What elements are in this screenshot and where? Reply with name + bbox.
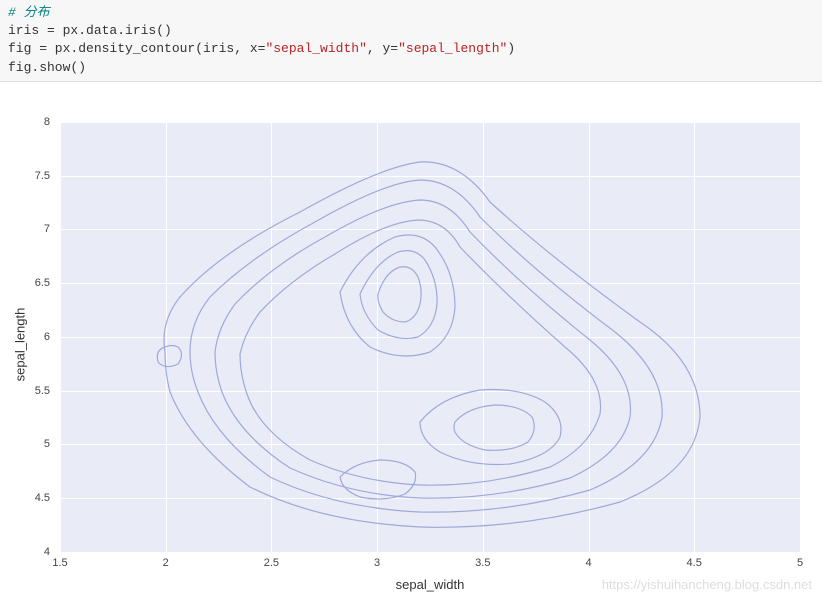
code-line: fig = px.density_contour(iris, x="sepal_… bbox=[8, 41, 515, 56]
y-tick: 4 bbox=[44, 546, 50, 558]
y-tick: 5 bbox=[44, 438, 50, 450]
x-tick: 4.5 bbox=[687, 557, 702, 569]
y-tick: 4.5 bbox=[35, 492, 50, 504]
x-tick: 5 bbox=[797, 557, 803, 569]
x-axis-label: sepal_width bbox=[396, 577, 465, 592]
y-axis-label: sepal_length bbox=[13, 307, 28, 381]
y-tick: 5.5 bbox=[35, 385, 50, 397]
x-tick: 2 bbox=[163, 557, 169, 569]
code-cell: # 分布 iris = px.data.iris() fig = px.dens… bbox=[0, 0, 822, 82]
chart-output[interactable]: 1.5 2 2.5 3 3.5 4 4.5 5 4 4.5 5 5.5 6 6.… bbox=[0, 82, 822, 602]
y-tick: 7.5 bbox=[35, 170, 50, 182]
y-tick: 7 bbox=[44, 223, 50, 235]
x-tick: 3 bbox=[374, 557, 380, 569]
plot-background bbox=[60, 122, 800, 552]
x-tick: 3.5 bbox=[475, 557, 490, 569]
y-tick: 8 bbox=[44, 116, 50, 128]
y-tick: 6 bbox=[44, 331, 50, 343]
code-line: fig.show() bbox=[8, 60, 86, 75]
x-tick: 1.5 bbox=[52, 557, 67, 569]
code-comment: # 分布 bbox=[8, 5, 50, 20]
x-tick: 4 bbox=[585, 557, 591, 569]
watermark-text: https://yishuihancheng.blog.csdn.net bbox=[602, 577, 812, 592]
y-tick: 6.5 bbox=[35, 277, 50, 289]
code-line: iris = px.data.iris() bbox=[8, 23, 172, 38]
density-contours bbox=[60, 122, 800, 552]
x-tick: 2.5 bbox=[264, 557, 279, 569]
